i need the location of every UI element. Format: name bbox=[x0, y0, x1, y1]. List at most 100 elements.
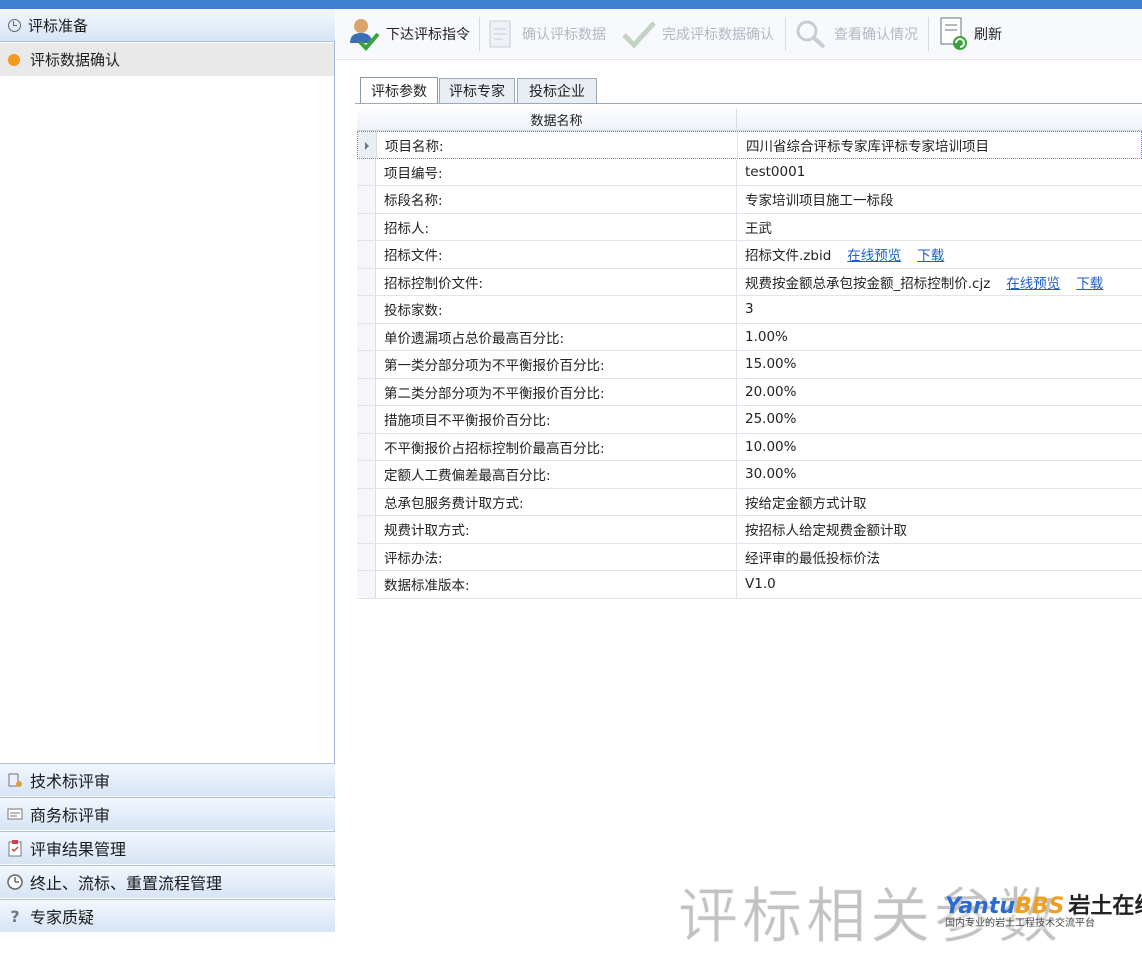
toolbar-divider bbox=[928, 17, 929, 51]
active-dot-icon bbox=[8, 53, 20, 66]
cell-param-name: 单价遗漏项占总价最高百分比: bbox=[376, 323, 737, 350]
preview-link[interactable]: 在线预览 bbox=[847, 244, 901, 264]
table-row[interactable]: 总承包服务费计取方式: 按给定金额方式计取 bbox=[357, 488, 1142, 516]
confirm-data-button[interactable]: 确认评标数据 bbox=[484, 9, 606, 59]
table-row[interactable]: 定额人工费偏差最高百分比: 30.00% bbox=[357, 461, 1142, 489]
row-selector[interactable] bbox=[357, 433, 376, 460]
tab-underline bbox=[355, 103, 1142, 104]
preview-link[interactable]: 在线预览 bbox=[1006, 272, 1060, 292]
nav-tech-review[interactable]: 技术标评审 bbox=[0, 763, 335, 796]
tab-label: 投标企业 bbox=[529, 84, 585, 100]
value-text: 王武 bbox=[745, 220, 772, 237]
row-selector[interactable] bbox=[357, 378, 376, 405]
toolbar-label: 查看确认情况 bbox=[834, 27, 918, 43]
cell-param-name: 总承包服务费计取方式: bbox=[376, 488, 737, 515]
row-selector[interactable] bbox=[357, 213, 376, 240]
tab-bidding-companies[interactable]: 投标企业 bbox=[517, 78, 597, 103]
value-text: 25.00% bbox=[745, 411, 797, 428]
nav-label: 专家质疑 bbox=[30, 908, 95, 927]
value-text: 按给定金额方式计取 bbox=[745, 495, 867, 512]
table-row[interactable]: 数据标准版本: V1.0 bbox=[357, 571, 1142, 599]
cell-param-name: 招标控制价文件: bbox=[376, 268, 737, 295]
cell-param-value: 按给定金额方式计取 bbox=[737, 489, 1142, 516]
nav-item-bid-data-confirm[interactable]: 评标数据确认 bbox=[0, 43, 334, 76]
nav-business-review[interactable]: 商务标评审 bbox=[0, 797, 335, 830]
cell-param-value: 经评审的最低投标价法 bbox=[737, 544, 1142, 571]
cell-param-value: test0001 bbox=[737, 159, 1142, 186]
toolbar-label: 下达评标指令 bbox=[386, 27, 470, 43]
row-selector[interactable] bbox=[357, 323, 376, 350]
issue-instruction-button[interactable]: 下达评标指令 bbox=[344, 9, 470, 59]
cell-param-name: 标段名称: bbox=[376, 186, 737, 213]
cell-param-value: 1.00% bbox=[737, 324, 1142, 351]
view-confirmation-button[interactable]: 查看确认情况 bbox=[792, 9, 918, 59]
cell-param-name: 措施项目不平衡报价百分比: bbox=[376, 406, 737, 433]
table-row[interactable]: 招标文件: 招标文件.zbid 在线预览 下载 bbox=[357, 241, 1142, 269]
value-text: 专家培训项目施工一标段 bbox=[745, 193, 894, 210]
table-row[interactable]: 项目名称: 四川省综合评标专家库评标专家培训项目 bbox=[357, 131, 1142, 159]
table-row[interactable]: 项目编号: test0001 bbox=[357, 158, 1142, 186]
row-selector[interactable] bbox=[357, 268, 376, 295]
download-link[interactable]: 下载 bbox=[1076, 272, 1103, 292]
row-selector[interactable] bbox=[357, 571, 376, 598]
row-selector[interactable] bbox=[357, 406, 376, 433]
tab-label: 评标参数 bbox=[371, 84, 427, 100]
watermark-subtitle: 国内专业的岩土工程技术交流平台 bbox=[945, 914, 1095, 929]
nav-review-results[interactable]: 评审结果管理 bbox=[0, 831, 335, 864]
row-selector[interactable] bbox=[357, 158, 376, 185]
row-selector[interactable] bbox=[357, 461, 376, 488]
row-selector[interactable] bbox=[358, 132, 377, 158]
row-selector[interactable] bbox=[357, 543, 376, 570]
table-row[interactable]: 第二类分部分项为不平衡报价百分比: 20.00% bbox=[357, 378, 1142, 406]
cell-param-name: 第一类分部分项为不平衡报价百分比: bbox=[376, 351, 737, 378]
table-row[interactable]: 招标控制价文件: 规费按金额总承包按金额_招标控制价.cjz 在线预览 下载 bbox=[357, 268, 1142, 296]
cell-param-name: 招标文件: bbox=[376, 241, 737, 268]
column-header-data-name[interactable]: 数据名称 bbox=[377, 109, 737, 130]
cell-param-name: 项目名称: bbox=[377, 132, 738, 158]
nav-termination-management[interactable]: 终止、流标、重置流程管理 bbox=[0, 865, 335, 898]
table-row[interactable]: 不平衡报价占招标控制价最高百分比: 10.00% bbox=[357, 433, 1142, 461]
cell-param-value: 规费按金额总承包按金额_招标控制价.cjz 在线预览 下载 bbox=[737, 269, 1142, 296]
table-row[interactable]: 评标办法: 经评审的最低投标价法 bbox=[357, 543, 1142, 571]
row-selector[interactable] bbox=[357, 351, 376, 378]
toolbar: 下达评标指令 确认评标数据 完成评标数据确认 查看确认情况 刷新 bbox=[336, 9, 1142, 60]
tab-bid-experts[interactable]: 评标专家 bbox=[439, 78, 515, 103]
table-row[interactable]: 招标人: 王武 bbox=[357, 213, 1142, 241]
value-text: 15.00% bbox=[745, 356, 797, 373]
question-icon: ? bbox=[10, 906, 20, 926]
toolbar-divider bbox=[785, 17, 786, 51]
complete-confirm-button[interactable]: 完成评标数据确认 bbox=[620, 9, 774, 59]
refresh-icon bbox=[940, 17, 967, 50]
cell-param-name: 第二类分部分项为不平衡报价百分比: bbox=[376, 378, 737, 405]
cell-param-value: 按招标人给定规费金额计取 bbox=[737, 516, 1142, 543]
clock-icon bbox=[6, 17, 22, 33]
tab-bid-params[interactable]: 评标参数 bbox=[360, 77, 438, 104]
refresh-button[interactable]: 刷新 bbox=[936, 9, 1002, 59]
table-row[interactable]: 规费计取方式: 按招标人给定规费金额计取 bbox=[357, 516, 1142, 544]
table-row[interactable]: 单价遗漏项占总价最高百分比: 1.00% bbox=[357, 323, 1142, 351]
row-selector[interactable] bbox=[357, 488, 376, 515]
value-text: 1.00% bbox=[745, 328, 788, 345]
tech-review-icon bbox=[8, 773, 22, 787]
nav-expert-query[interactable]: ? 专家质疑 bbox=[0, 899, 335, 932]
cell-param-value: 王武 bbox=[737, 214, 1142, 241]
value-text: 规费按金额总承包按金额_招标控制价.cjz bbox=[745, 275, 991, 292]
cell-param-value: 25.00% bbox=[737, 406, 1142, 433]
row-selector[interactable] bbox=[357, 296, 376, 323]
cell-param-name: 定额人工费偏差最高百分比: bbox=[376, 461, 737, 488]
table-row[interactable]: 第一类分部分项为不平衡报价百分比: 15.00% bbox=[357, 351, 1142, 379]
table-row[interactable]: 投标家数: 3 bbox=[357, 296, 1142, 324]
nav-item-label: 评标数据确认 bbox=[30, 51, 121, 69]
row-selector[interactable] bbox=[357, 516, 376, 543]
table-row[interactable]: 措施项目不平衡报价百分比: 25.00% bbox=[357, 406, 1142, 434]
toolbar-label: 完成评标数据确认 bbox=[662, 27, 774, 43]
cell-param-name: 项目编号: bbox=[376, 158, 737, 185]
cell-param-name: 规费计取方式: bbox=[376, 516, 737, 543]
nav-section-bid-prep[interactable]: 评标准备 bbox=[0, 9, 335, 42]
download-link[interactable]: 下载 bbox=[917, 244, 944, 264]
table-row[interactable]: 标段名称: 专家培训项目施工一标段 bbox=[357, 186, 1142, 214]
row-selector[interactable] bbox=[357, 186, 376, 213]
row-selector[interactable] bbox=[357, 241, 376, 268]
value-text: 3 bbox=[745, 301, 754, 318]
cell-param-name: 投标家数: bbox=[376, 296, 737, 323]
